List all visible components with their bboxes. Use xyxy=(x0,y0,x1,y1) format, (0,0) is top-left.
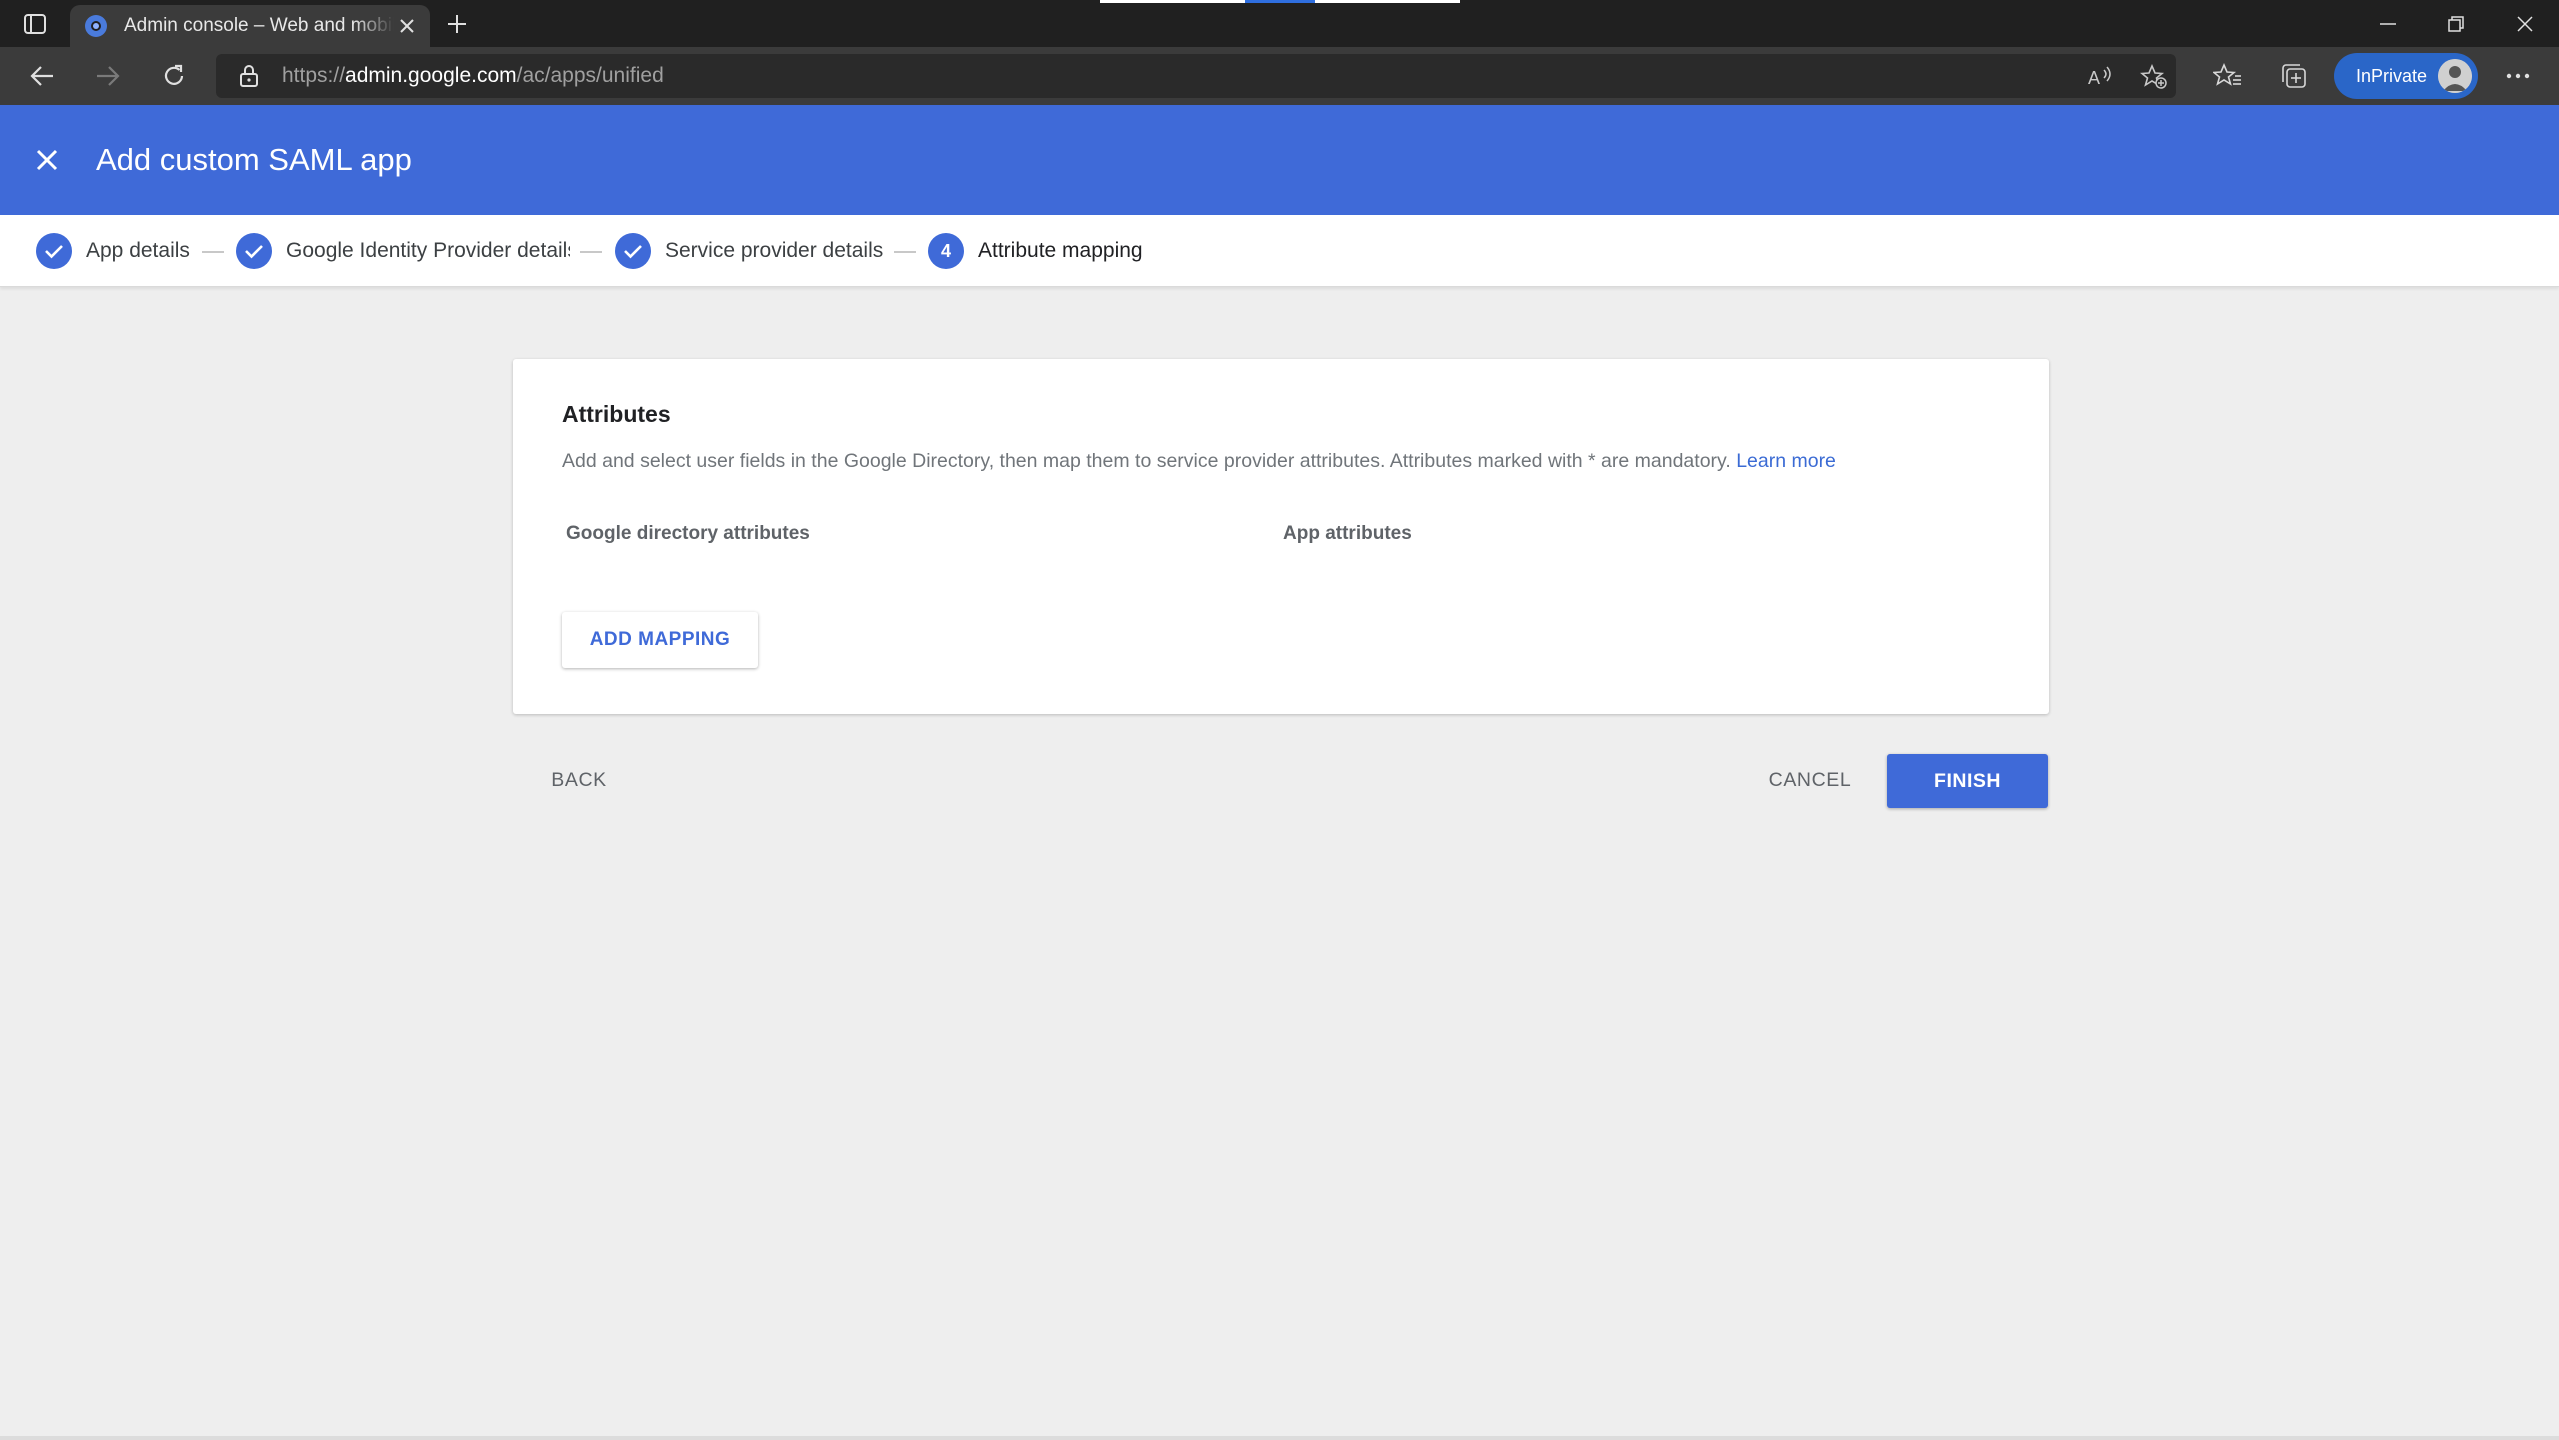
browser-tab-bar: Admin console – Web and mobile apps xyxy=(0,0,2559,47)
window-indicator xyxy=(1100,0,1245,3)
stepper: App details Google Identity Provider det… xyxy=(0,215,2559,287)
step-number-badge: 4 xyxy=(928,233,964,269)
browser-toolbar: https://admin.google.com/ac/apps/unified… xyxy=(0,47,2559,105)
window-indicator xyxy=(1315,0,1460,3)
window-close-icon[interactable] xyxy=(2505,10,2545,38)
card-description: Add and select user fields in the Google… xyxy=(562,450,1836,472)
url-text: https://admin.google.com/ac/apps/unified xyxy=(282,64,664,87)
forward-arrow-icon[interactable] xyxy=(90,60,126,92)
close-icon[interactable] xyxy=(30,143,64,177)
window-indicator-active xyxy=(1245,0,1315,3)
step-label: App details xyxy=(86,239,190,262)
restore-icon[interactable] xyxy=(2436,10,2476,38)
lock-icon[interactable] xyxy=(238,64,260,88)
attributes-card: Attributes Add and select user fields in… xyxy=(513,359,2049,714)
step-idp-details[interactable]: Google Identity Provider details xyxy=(236,233,570,269)
step-label: Attribute mapping xyxy=(978,239,1143,262)
profile-avatar-icon[interactable] xyxy=(2438,59,2472,93)
tab-close-icon[interactable] xyxy=(398,17,416,35)
finish-button[interactable]: FINISH xyxy=(1887,754,2048,808)
refresh-icon[interactable] xyxy=(156,60,192,92)
address-bar[interactable]: https://admin.google.com/ac/apps/unified… xyxy=(216,54,2176,98)
minimize-icon[interactable] xyxy=(2368,10,2408,38)
cancel-button[interactable]: CANCEL xyxy=(1760,755,1860,805)
learn-more-link[interactable]: Learn more xyxy=(1736,450,1836,472)
step-app-details[interactable]: App details xyxy=(36,233,190,269)
admin-console-favicon-icon xyxy=(85,15,107,37)
add-mapping-button[interactable]: ADD MAPPING xyxy=(562,612,758,668)
more-options-icon[interactable] xyxy=(2502,61,2534,91)
page-title: Add custom SAML app xyxy=(96,142,412,177)
step-label: Google Identity Provider details xyxy=(286,239,570,262)
column-header-app: App attributes xyxy=(1283,523,1412,544)
step-connector xyxy=(894,251,916,253)
new-tab-icon[interactable] xyxy=(442,10,472,38)
tab-actions-icon[interactable] xyxy=(18,10,52,38)
app-header: Add custom SAML app xyxy=(0,105,2559,215)
tab-title: Admin console – Web and mobile apps xyxy=(124,15,394,36)
read-aloud-icon[interactable]: A xyxy=(2086,64,2114,90)
favorites-icon[interactable] xyxy=(2212,61,2244,91)
step-connector xyxy=(580,251,602,253)
back-arrow-icon[interactable] xyxy=(24,60,60,92)
svg-text:A: A xyxy=(2088,68,2100,88)
bottom-border xyxy=(0,1436,2559,1440)
collections-icon[interactable] xyxy=(2278,61,2310,91)
add-favorite-icon[interactable] xyxy=(2140,64,2168,90)
step-connector xyxy=(202,251,224,253)
card-title: Attributes xyxy=(562,401,671,427)
check-icon xyxy=(615,233,651,269)
check-icon xyxy=(236,233,272,269)
step-label: Service provider details xyxy=(665,239,884,262)
browser-tab[interactable]: Admin console – Web and mobile apps xyxy=(70,5,430,47)
back-button[interactable]: BACK xyxy=(538,755,620,805)
check-icon xyxy=(36,233,72,269)
step-service-provider-details[interactable]: Service provider details xyxy=(615,233,883,269)
column-header-directory: Google directory attributes xyxy=(566,523,810,544)
inprivate-label: InPrivate xyxy=(2356,65,2428,86)
step-attribute-mapping[interactable]: 4 Attribute mapping xyxy=(928,233,1143,269)
inprivate-badge[interactable]: InPrivate xyxy=(2334,53,2478,99)
